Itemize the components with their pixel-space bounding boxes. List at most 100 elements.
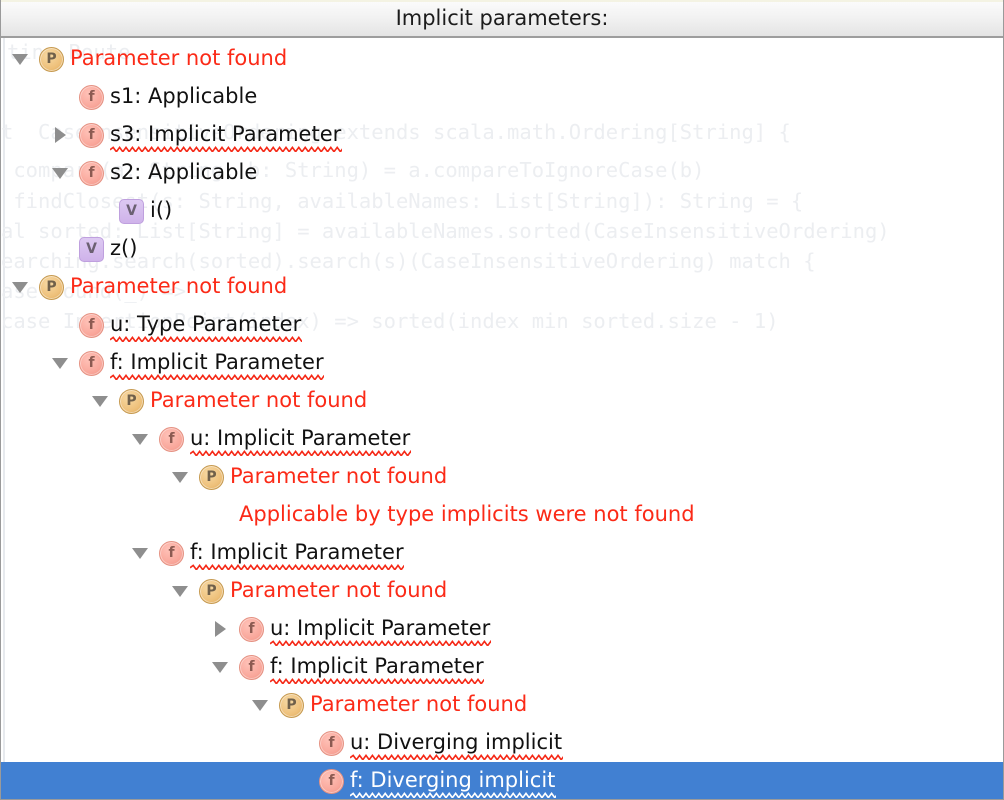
parameter-icon: P (39, 274, 64, 300)
error-squiggle-underline (270, 677, 484, 684)
tree-toggle-placeholder (89, 192, 111, 230)
tree-row[interactable]: Applicable by type implicits were not fo… (1, 496, 1003, 534)
tree-row-label: f: Implicit Parameter (190, 541, 404, 570)
tree-row-label: u: Implicit Parameter (270, 617, 491, 646)
tree-row[interactable]: f s2: Applicable (1, 154, 1003, 192)
tree-toggle-placeholder (209, 496, 231, 534)
error-squiggle-underline (350, 791, 556, 798)
tree-toggle-expanded-icon[interactable] (129, 534, 151, 572)
tree-toggle-collapsed-icon[interactable] (209, 610, 231, 648)
parameter-icon: P (119, 388, 144, 414)
tree-toggle-expanded-icon[interactable] (9, 40, 31, 78)
tree-toggle-placeholder (49, 78, 71, 116)
triangle-glyph (52, 320, 68, 331)
tree-row-label: Parameter not found (70, 273, 288, 298)
tree-row-label: Parameter not found (150, 387, 368, 412)
tree-row[interactable]: f u: Type Parameter (1, 306, 1003, 344)
tree-row-label: Parameter not found (70, 45, 288, 70)
function-icon: f (79, 312, 104, 338)
tree-row[interactable]: f f: Implicit Parameter (1, 648, 1003, 686)
function-icon: f (159, 426, 184, 452)
tree-row[interactable]: Vi() (1, 192, 1003, 230)
tree-toggle-expanded-icon[interactable] (49, 344, 71, 382)
triangle-glyph (214, 621, 226, 637)
triangle-glyph (172, 471, 188, 483)
triangle-glyph (212, 661, 228, 673)
tree-toggle-placeholder (49, 230, 71, 268)
tree-row-label: s2: Applicable (110, 159, 258, 184)
tree-row[interactable]: f u: Diverging implicit (1, 724, 1003, 762)
error-squiggle-underline (110, 335, 302, 342)
triangle-glyph (292, 776, 308, 787)
tree-toggle-placeholder (49, 306, 71, 344)
triangle-glyph (52, 244, 68, 255)
popup-titlebar: Implicit parameters: (1, 0, 1003, 38)
tree-row-label: s3: Implicit Parameter (110, 123, 342, 152)
error-squiggle-underline (350, 753, 563, 760)
tree-row[interactable]: P Parameter not found (1, 458, 1003, 496)
triangle-glyph (172, 585, 188, 597)
parameter-icon: P (279, 692, 304, 718)
tree-row[interactable]: P Parameter not found (1, 572, 1003, 610)
tree-toggle-expanded-icon[interactable] (169, 458, 191, 496)
function-icon: f (79, 122, 104, 148)
triangle-glyph (52, 357, 68, 369)
tree-row-label: f: Implicit Parameter (110, 351, 324, 380)
value-icon: V (79, 236, 104, 262)
implicit-parameters-tree[interactable]: P Parameter not found f s1: Applicable f s3: … (1, 38, 1003, 799)
error-squiggle-underline (270, 639, 491, 646)
function-icon: f (319, 768, 344, 794)
tree-row[interactable]: f s3: Implicit Parameter (1, 116, 1003, 154)
tree-toggle-expanded-icon[interactable] (129, 420, 151, 458)
tree-row-label: Parameter not found (230, 577, 448, 602)
function-icon: f (79, 84, 104, 110)
triangle-glyph (12, 281, 28, 293)
parameter-icon: P (199, 578, 224, 604)
error-squiggle-underline (190, 449, 411, 456)
tree-row-label: u: Implicit Parameter (190, 427, 411, 456)
tree-toggle-expanded-icon[interactable] (49, 154, 71, 192)
tree-row-selected[interactable]: f f: Diverging implicit (1, 762, 1003, 799)
tree-row-label: Applicable by type implicits were not fo… (239, 501, 695, 526)
tree-row[interactable]: Vz() (1, 230, 1003, 268)
error-squiggle-underline (190, 563, 404, 570)
function-icon: f (239, 616, 264, 642)
function-icon: f (79, 160, 104, 186)
tree-toggle-collapsed-icon[interactable] (49, 116, 71, 154)
triangle-glyph (54, 127, 66, 143)
tree-row[interactable]: f f: Implicit Parameter (1, 534, 1003, 572)
error-squiggle-underline (110, 373, 324, 380)
tree-row[interactable]: f u: Implicit Parameter (1, 420, 1003, 458)
triangle-glyph (52, 167, 68, 179)
tree-toggle-expanded-icon[interactable] (9, 268, 31, 306)
function-icon: f (239, 654, 264, 680)
triangle-glyph (292, 738, 308, 749)
tree-row-label: z() (110, 235, 138, 260)
tree-row-label: u: Type Parameter (110, 313, 302, 342)
tree-row-label: f: Diverging implicit (350, 769, 556, 798)
triangle-glyph (252, 699, 268, 711)
function-icon: f (159, 540, 184, 566)
function-icon: f (79, 350, 104, 376)
tree-toggle-placeholder (289, 724, 311, 762)
tree-toggle-expanded-icon[interactable] (209, 648, 231, 686)
tree-row[interactable]: f f: Implicit Parameter (1, 344, 1003, 382)
tree-toggle-expanded-icon[interactable] (249, 686, 271, 724)
function-icon: f (319, 730, 344, 756)
tree-row[interactable]: P Parameter not found (1, 686, 1003, 724)
tree-toggle-expanded-icon[interactable] (89, 382, 111, 420)
tree-row[interactable]: P Parameter not found (1, 382, 1003, 420)
tree-row[interactable]: f u: Implicit Parameter (1, 610, 1003, 648)
triangle-glyph (92, 395, 108, 407)
error-squiggle-underline (110, 145, 342, 152)
parameter-icon: P (199, 464, 224, 490)
tree-row[interactable]: f s1: Applicable (1, 78, 1003, 116)
triangle-glyph (132, 433, 148, 445)
implicit-parameters-popup: Implicit parameters: ting.Route t CaseIns… (0, 0, 1004, 800)
triangle-glyph (212, 510, 228, 521)
triangle-glyph (52, 92, 68, 103)
tree-row[interactable]: P Parameter not found (1, 40, 1003, 78)
tree-row-label: f: Implicit Parameter (270, 655, 484, 684)
tree-row[interactable]: P Parameter not found (1, 268, 1003, 306)
tree-toggle-expanded-icon[interactable] (169, 572, 191, 610)
